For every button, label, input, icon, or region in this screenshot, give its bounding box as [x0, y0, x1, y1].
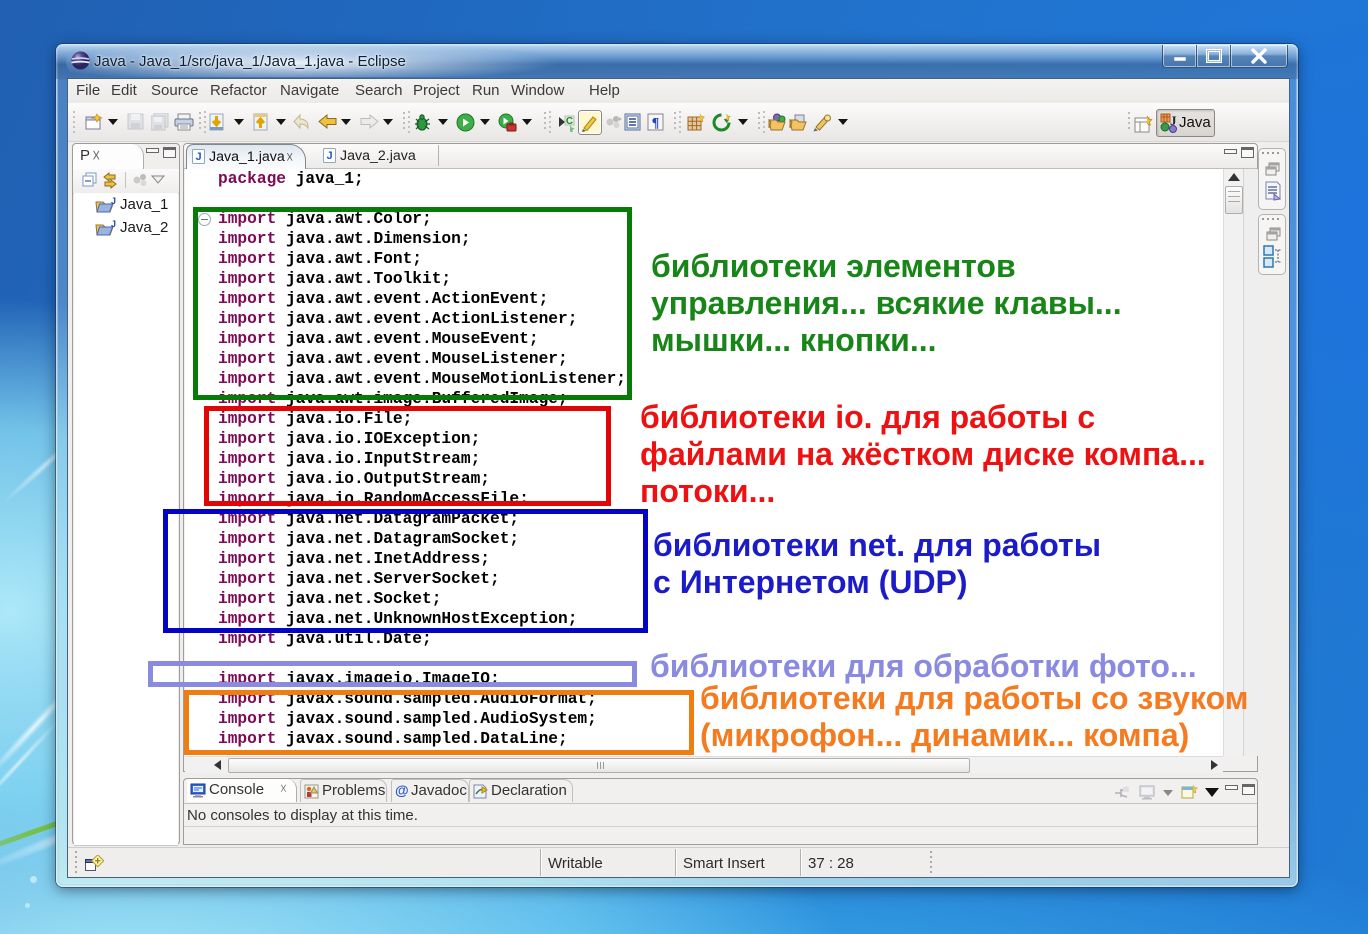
- svg-text:J: J: [326, 150, 332, 162]
- svg-text:J: J: [195, 151, 201, 163]
- svg-text:J: J: [111, 220, 116, 229]
- svg-text:J: J: [111, 197, 116, 206]
- svg-text:¶: ¶: [652, 116, 660, 131]
- svg-text:C: C: [566, 116, 573, 127]
- svg-text:J: J: [1170, 113, 1177, 128]
